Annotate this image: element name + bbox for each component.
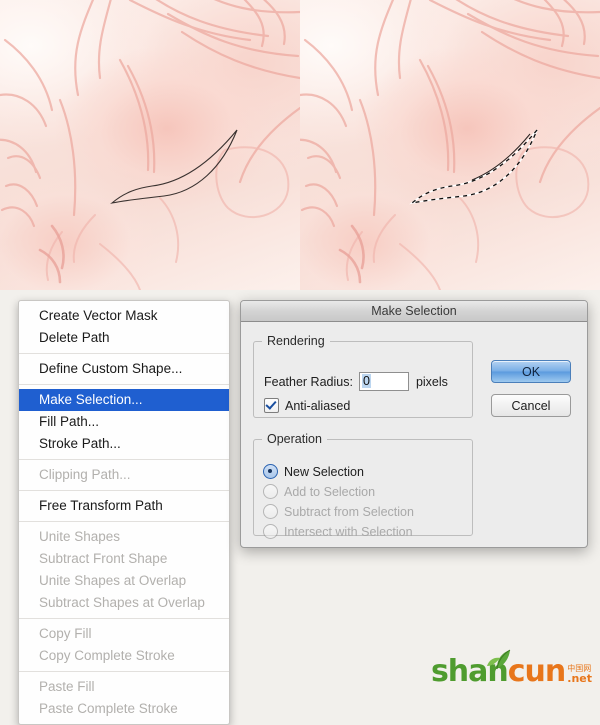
- menu-item-subtract-front-shape: Subtract Front Shape: [39, 551, 168, 566]
- menu-separator: [19, 671, 229, 672]
- operation-group: Operation New Selection Add to Selection…: [253, 432, 473, 539]
- menu-item-copy-complete-stroke: Copy Complete Stroke: [39, 648, 175, 663]
- menu-item-create-vector-mask[interactable]: Create Vector Mask: [19, 305, 229, 327]
- menu-separator: [19, 618, 229, 619]
- menu-separator: [19, 490, 229, 491]
- watermark-net: .net: [567, 672, 592, 685]
- radio-button-icon: [263, 524, 278, 539]
- menu-item-free-transform-path[interactable]: Free Transform Path: [19, 495, 229, 517]
- leaf-icon: [486, 649, 511, 670]
- radio-button-icon[interactable]: [263, 464, 278, 479]
- feather-radius-input[interactable]: 0: [358, 372, 409, 391]
- radio-subtract-from-selection-label: Subtract from Selection: [284, 504, 414, 519]
- watermark-cun: cun: [507, 654, 566, 689]
- cancel-button[interactable]: Cancel: [491, 394, 571, 417]
- menu-separator: [19, 459, 229, 460]
- ok-button[interactable]: OK: [491, 360, 571, 383]
- menu-item-copy-fill: Copy Fill: [39, 626, 92, 641]
- artwork-panel-selection: [300, 0, 600, 290]
- menu-item-make-selection[interactable]: Make Selection...: [19, 389, 229, 411]
- operation-legend: Operation: [267, 432, 322, 446]
- artwork-canvas: [0, 0, 600, 290]
- menu-item-paste-fill: Paste Fill: [39, 679, 95, 694]
- feather-radius-value: 0: [361, 374, 371, 388]
- radio-intersect-with-selection-label: Intersect with Selection: [284, 524, 413, 539]
- anti-aliased-label: Anti-aliased: [285, 398, 351, 413]
- feather-radius-units: pixels: [415, 374, 448, 389]
- watermark-logo: shan cun 中国网 .net: [431, 649, 592, 689]
- dialog-body: Rendering Feather Radius: 0 pixels Anti-…: [241, 322, 587, 547]
- menu-item-clipping-path: Clipping Path...: [39, 467, 131, 482]
- checkbox-icon[interactable]: [264, 398, 279, 413]
- rendering-group: Rendering Feather Radius: 0 pixels Anti-…: [253, 334, 473, 418]
- radio-new-selection[interactable]: New Selection: [263, 464, 364, 479]
- artwork-panel-path: [0, 0, 300, 290]
- menu-item-fill-path[interactable]: Fill Path...: [19, 411, 229, 433]
- menu-item-delete-path[interactable]: Delete Path: [19, 327, 229, 349]
- radio-subtract-from-selection: Subtract from Selection: [263, 504, 414, 519]
- vector-path-outline: [110, 129, 238, 204]
- dialog-title: Make Selection: [241, 301, 587, 322]
- feather-radius-label: Feather Radius:: [264, 374, 353, 389]
- watermark-suffix: 中国网 .net: [567, 665, 592, 685]
- menu-separator: [19, 521, 229, 522]
- menu-item-unite-shapes: Unite Shapes: [39, 529, 121, 544]
- rendering-legend: Rendering: [267, 334, 325, 348]
- menu-item-paste-complete-stroke: Paste Complete Stroke: [39, 701, 178, 716]
- menu-item-define-custom-shape[interactable]: Define Custom Shape...: [19, 358, 229, 380]
- radio-button-icon: [263, 504, 278, 519]
- radio-new-selection-label: New Selection: [284, 464, 364, 479]
- anti-aliased-row[interactable]: Anti-aliased: [264, 398, 350, 413]
- make-selection-dialog: Make Selection Rendering Feather Radius:…: [240, 300, 588, 548]
- marching-ants-selection: [409, 129, 538, 205]
- menu-item-subtract-shapes-at-overlap: Subtract Shapes at Overlap: [39, 595, 205, 610]
- menu-separator: [19, 353, 229, 354]
- radio-add-to-selection: Add to Selection: [263, 484, 375, 499]
- radio-add-to-selection-label: Add to Selection: [284, 484, 376, 499]
- menu-separator: [19, 384, 229, 385]
- radio-intersect-with-selection: Intersect with Selection: [263, 524, 413, 539]
- feather-radius-row: Feather Radius: 0 pixels: [264, 372, 448, 391]
- menu-item-unite-shapes-at-overlap: Unite Shapes at Overlap: [39, 573, 187, 588]
- radio-button-icon: [263, 484, 278, 499]
- menu-item-stroke-path[interactable]: Stroke Path...: [19, 433, 229, 455]
- path-context-menu[interactable]: Create Vector Mask Delete Path Define Cu…: [18, 300, 230, 725]
